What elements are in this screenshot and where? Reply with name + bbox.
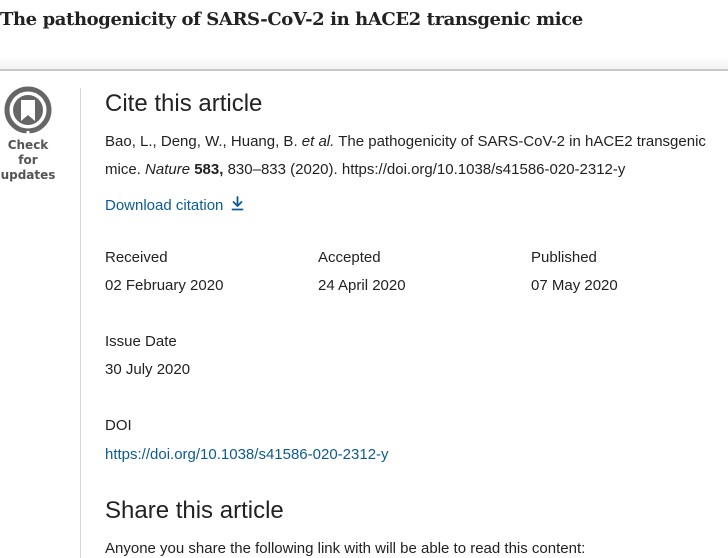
citation-text: Bao, L., Deng, W., Huang, B. et al. The … xyxy=(105,128,728,184)
citation-pages-year: 830–833 (2020). xyxy=(227,161,338,178)
issue-date-value: 30 July 2020 xyxy=(105,361,191,378)
section-divider xyxy=(80,88,81,558)
check-for-updates-icon xyxy=(4,86,52,136)
accepted-value: 24 April 2020 xyxy=(318,277,406,294)
download-citation-link[interactable]: Download citation xyxy=(105,196,244,214)
citation-volume: 583, xyxy=(194,161,224,178)
check-for-updates-badge[interactable]: Check for updates xyxy=(0,86,56,183)
header-shadow xyxy=(0,56,728,69)
page-title: The pathogenicity of SARS-CoV-2 in hACE2… xyxy=(0,9,583,30)
download-icon xyxy=(231,196,243,211)
citation-journal: Nature xyxy=(145,161,191,178)
citation-et-al: et al. xyxy=(301,133,335,150)
check-for-updates-label: Check for updates xyxy=(0,138,56,182)
share-heading: Share this article xyxy=(105,497,284,524)
doi-link[interactable]: https://doi.org/10.1038/s41586-020-2312-… xyxy=(105,446,389,463)
accepted-label: Accepted xyxy=(318,249,381,266)
cite-heading: Cite this article xyxy=(105,90,263,117)
header-divider xyxy=(0,69,728,71)
doi-label: DOI xyxy=(105,417,132,434)
share-description: Anyone you share the following link with… xyxy=(105,540,586,557)
issue-date-label: Issue Date xyxy=(105,333,177,350)
published-label: Published xyxy=(531,249,597,266)
received-value: 02 February 2020 xyxy=(105,277,224,294)
received-label: Received xyxy=(105,249,168,266)
download-citation-label: Download citation xyxy=(105,197,224,214)
citation-doi: https://doi.org/10.1038/s41586-020-2312-… xyxy=(341,161,626,178)
published-value: 07 May 2020 xyxy=(531,277,618,294)
citation-authors: Bao, L., Deng, W., Huang, B. xyxy=(105,133,298,150)
